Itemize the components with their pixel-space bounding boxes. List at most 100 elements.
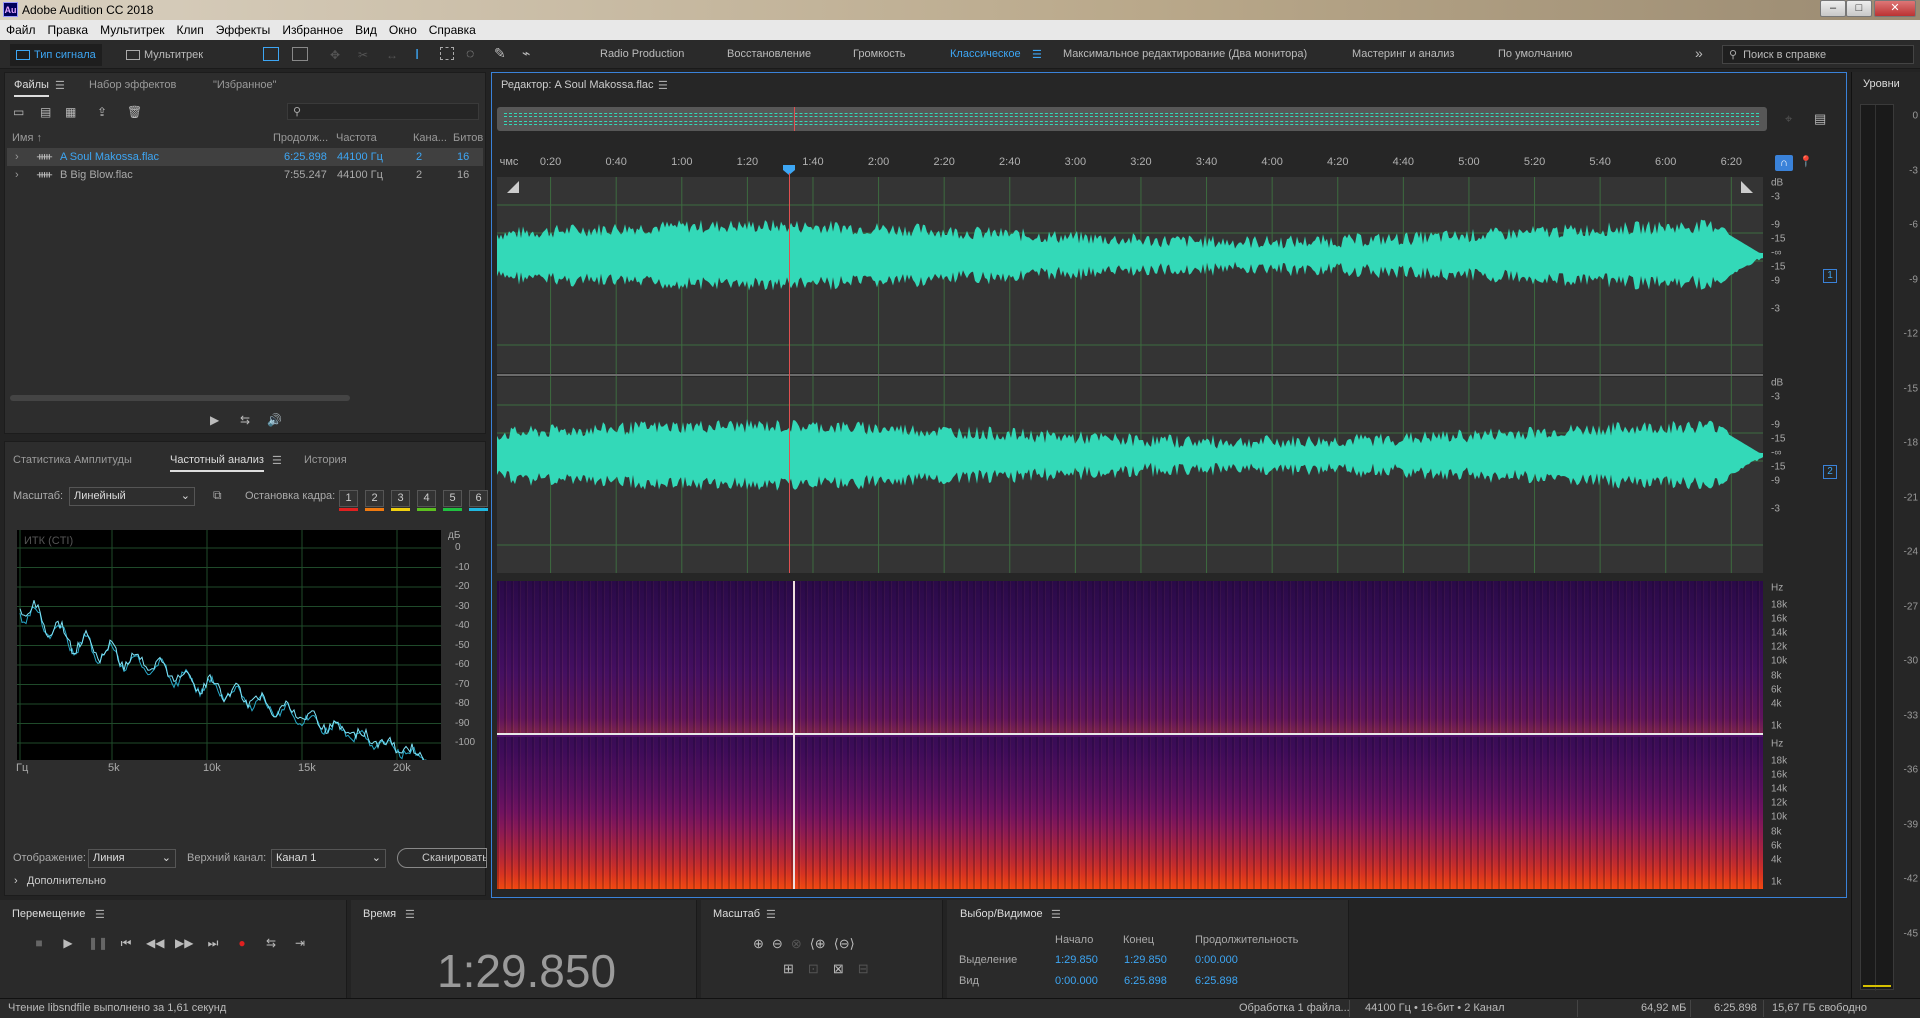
menu-effects[interactable]: Эффекты (210, 20, 277, 40)
stop-icon[interactable]: ■ (30, 934, 48, 952)
maximize-button[interactable]: □ (1846, 0, 1872, 17)
tab-effects-rack[interactable]: Набор эффектов (89, 79, 176, 91)
menu-favorites[interactable]: Избранное (276, 20, 349, 40)
fast-forward-icon[interactable]: ▶▶ (175, 934, 193, 952)
channel-dropdown[interactable]: Канал 1 ⌄ (271, 849, 386, 868)
menu-multitrack[interactable]: Мультитрек (94, 20, 170, 40)
workspace-classic[interactable]: Классическое (950, 48, 1021, 60)
column-duration[interactable]: Продолж... (273, 132, 328, 144)
preview-loop-icon[interactable]: ⇆ (240, 413, 250, 427)
freeze-slot-4[interactable]: 4 (417, 490, 436, 511)
file-row[interactable]: › ᚔ B Big Blow.flac 7:55.247 44100 Гц 2 … (7, 166, 483, 184)
channel-2-badge[interactable]: 2 (1823, 465, 1837, 479)
new-file-icon[interactable]: ▦ (65, 105, 76, 119)
freeze-slot-1[interactable]: 1 (339, 490, 358, 511)
advanced-toggle[interactable]: › Дополнительно (14, 875, 106, 887)
playhead-line[interactable] (789, 173, 790, 573)
freeze-slot-2[interactable]: 2 (365, 490, 384, 511)
import-file-icon[interactable]: ▤ (40, 105, 51, 119)
minimize-button[interactable]: – (1820, 0, 1846, 17)
zoom-selection-icon[interactable]: ⌖ (1785, 111, 1792, 127)
workspace-max-editing[interactable]: Максимальное редактирование (Два монитор… (1063, 48, 1307, 60)
close-button[interactable]: ✕ (1874, 0, 1916, 17)
marquee-tool-icon[interactable] (440, 47, 454, 60)
zoom-left-edge-icon[interactable]: ⊡ (808, 961, 819, 977)
razor-tool-icon[interactable]: ✂ (358, 48, 368, 62)
zoom-out-amplitude-icon[interactable]: ⊖ (772, 936, 783, 952)
channel-1-badge[interactable]: 1 (1823, 269, 1837, 283)
zoom-selection-icon[interactable]: ⊞ (783, 961, 794, 977)
column-bits[interactable]: Битов (453, 132, 483, 144)
selection-menu-icon[interactable]: ☰ (1051, 908, 1061, 921)
column-name[interactable]: Имя ↑ (12, 132, 42, 144)
column-channels[interactable]: Кана... (413, 132, 447, 144)
selection-end[interactable]: 1:29.850 (1124, 954, 1167, 966)
workspace-radio-production[interactable]: Radio Production (600, 48, 684, 60)
panel-settings-icon[interactable]: ▤ (1814, 111, 1826, 127)
frequency-graph[interactable]: ИТК (CTI) дБ 0 -10 -20 -30 -40 -50 -60 -70 -80 -9… (16, 530, 475, 774)
delete-file-icon[interactable]: 🗑 (127, 105, 142, 119)
snapshot-icon[interactable]: ⧉ (213, 488, 222, 503)
view-duration[interactable]: 6:25.898 (1195, 975, 1238, 987)
snap-icon[interactable]: ∩ (1775, 155, 1793, 171)
scale-dropdown[interactable]: Линейный ⌄ (69, 487, 195, 506)
files-search-input[interactable]: ⚲ (287, 103, 479, 120)
analysis-panel-menu-icon[interactable]: ☰ (272, 454, 282, 467)
freeze-slot-5[interactable]: 5 (443, 490, 462, 511)
waveform-mode-button[interactable]: Тип сигнала (10, 44, 102, 66)
files-panel-menu-icon[interactable]: ☰ (55, 79, 65, 92)
expand-icon[interactable]: › (15, 148, 19, 166)
lasso-tool-icon[interactable]: ◌ (466, 45, 474, 61)
loop-icon[interactable]: ⇆ (262, 934, 280, 952)
zoom-reset-icon[interactable]: ⊟ (858, 961, 869, 977)
menu-edit[interactable]: Правка (42, 20, 95, 40)
selection-duration[interactable]: 0:00.000 (1195, 954, 1238, 966)
menu-view[interactable]: Вид (349, 20, 383, 40)
time-selection-tool-icon[interactable]: I (415, 46, 419, 63)
display-dropdown[interactable]: Линия ⌄ (88, 849, 176, 868)
more-workspaces-button[interactable]: » (1695, 45, 1703, 61)
zoom-right-edge-icon[interactable]: ⊠ (833, 961, 844, 977)
view-start[interactable]: 0:00.000 (1055, 975, 1098, 987)
menu-clip[interactable]: Клип (171, 20, 210, 40)
tab-favorites[interactable]: "Избранное" (213, 79, 277, 91)
skip-to-end-icon[interactable]: ⏭ (204, 934, 222, 952)
spectrogram-channel-1[interactable] (497, 581, 1763, 889)
workspace-loudness[interactable]: Громкость (853, 48, 905, 60)
pause-icon[interactable]: ❚❚ (88, 934, 108, 952)
help-search[interactable]: ⚲ Поиск в справке (1722, 45, 1914, 64)
workspace-menu-icon[interactable]: ☰ (1032, 48, 1042, 61)
open-file-icon[interactable]: ▭ (13, 105, 24, 119)
file-row[interactable]: › ᚔ A Soul Makossa.flac 6:25.898 44100 Г… (7, 148, 483, 166)
brush-tool-icon[interactable]: ✎ (494, 45, 506, 62)
menu-help[interactable]: Справка (423, 20, 482, 40)
waveform-view-icon[interactable] (263, 47, 279, 61)
workspace-default[interactable]: По умолчанию (1498, 48, 1572, 60)
zoom-out-full-icon[interactable]: ⟨⊖⟩ (834, 936, 855, 952)
selection-start[interactable]: 1:29.850 (1055, 954, 1098, 966)
spectral-view-icon[interactable] (292, 47, 308, 61)
multitrack-mode-button[interactable]: Мультитрек (120, 44, 209, 66)
time-ruler[interactable]: чмс 0:20 0:40 1:00 1:20 1:40 2:00 2:20 2:40 3:00… (497, 153, 1763, 173)
zoom-menu-icon[interactable]: ☰ (766, 908, 776, 921)
zoom-in-time-icon[interactable]: ⟨⊕ (810, 936, 826, 952)
play-icon[interactable]: ▶ (59, 934, 77, 952)
freeze-slot-6[interactable]: 6 (469, 490, 488, 511)
column-rate[interactable]: Частота (336, 132, 377, 144)
skip-to-start-icon[interactable]: ⏮ (117, 934, 135, 952)
overview-bar[interactable] (497, 107, 1767, 131)
menu-file[interactable]: Файл (0, 20, 42, 40)
tab-history[interactable]: История (304, 454, 347, 466)
record-icon[interactable]: ● (233, 934, 251, 952)
spot-healing-tool-icon[interactable]: ⌁ (522, 45, 530, 62)
time-menu-icon[interactable]: ☰ (405, 908, 415, 921)
menu-window[interactable]: Окно (383, 20, 423, 40)
skip-selection-icon[interactable]: ⇥ (291, 934, 309, 952)
autoplay-icon[interactable]: 🔊 (267, 413, 282, 427)
tab-frequency-analysis[interactable]: Частотный анализ (170, 454, 264, 472)
scan-button[interactable]: Сканировать (397, 848, 487, 868)
preview-play-icon[interactable]: ▶ (210, 413, 219, 427)
waveform-canvas[interactable] (497, 177, 1763, 573)
slip-tool-icon[interactable]: ↔ (386, 48, 398, 62)
expand-icon[interactable]: › (15, 166, 19, 184)
